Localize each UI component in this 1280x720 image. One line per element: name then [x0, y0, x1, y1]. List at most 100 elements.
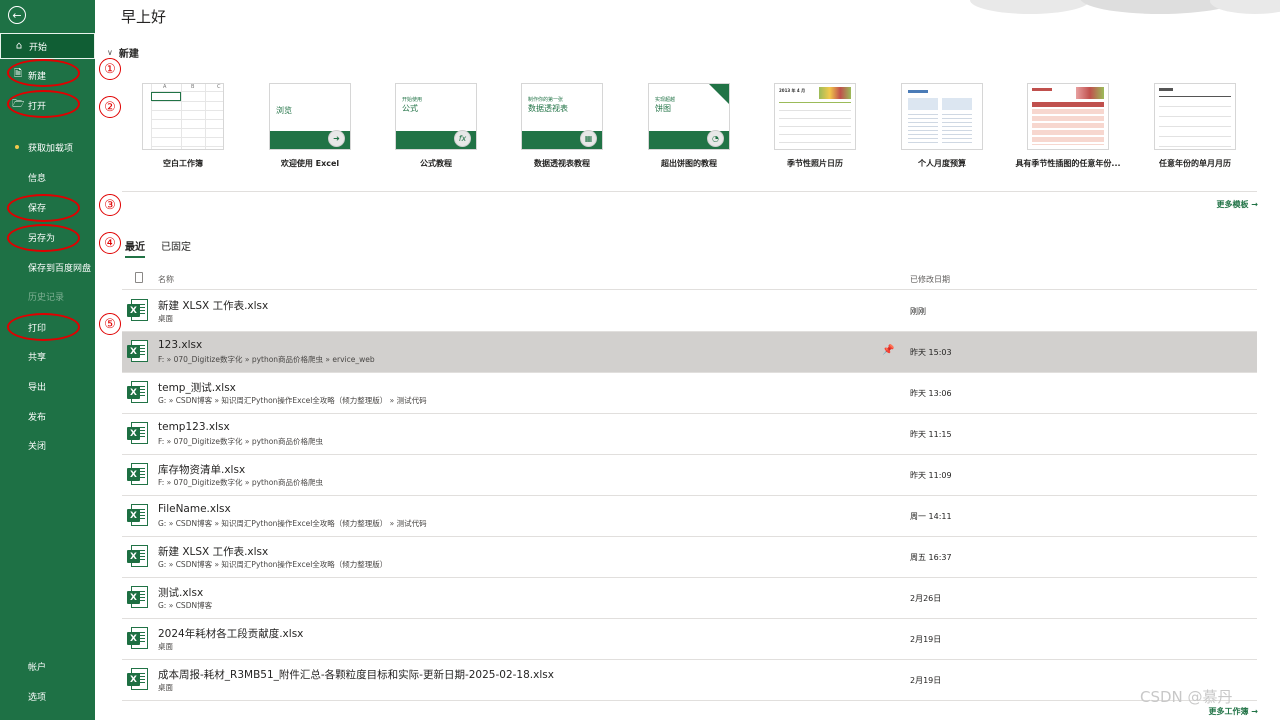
- template-welcome-excel[interactable]: 浏览 ➜: [269, 83, 351, 150]
- more-workbooks-link[interactable]: 更多工作簿 →: [1209, 706, 1259, 717]
- pin-icon[interactable]: 📌: [882, 345, 894, 356]
- sidebar-item-label: 历史记录: [28, 292, 65, 303]
- file-name: 成本周报-耗材_R3MB51_附件汇总-各颗粒度目标和实际-更新日期-2025-…: [158, 669, 554, 681]
- file-date: 昨天 13:06: [910, 389, 952, 398]
- recent-pinned-tabs: 最近 已固定: [125, 238, 191, 258]
- arrow-right-icon: ➜: [328, 130, 345, 147]
- template-label: 超出饼图的教程: [661, 159, 717, 168]
- sidebar-item-get-addins[interactable]: 获取加载项: [0, 134, 95, 160]
- template-pivot-tutorial[interactable]: 制作你的第一张 数据透视表 ▦: [521, 83, 603, 150]
- excel-file-icon: X: [127, 463, 148, 487]
- column-header-date[interactable]: 已修改日期: [910, 274, 950, 285]
- file-date: 周五 16:37: [910, 553, 952, 562]
- file-row[interactable]: X FileName.xlsx G: » CSDN博客 » 知识周汇Python…: [122, 496, 1257, 537]
- chevron-down-icon: ∨: [107, 48, 113, 57]
- file-row[interactable]: X 测试.xlsx G: » CSDN博客 2月26日: [122, 578, 1257, 619]
- sidebar-item-label: 开始: [29, 42, 48, 53]
- file-name: 123.xlsx: [158, 339, 203, 351]
- file-date: 周一 14:11: [910, 512, 952, 521]
- sidebar-item-label: 帐户: [28, 662, 47, 673]
- sidebar-item-label: 新建: [28, 71, 47, 82]
- sidebar-item-share[interactable]: 共享: [0, 343, 95, 369]
- sidebar-item-label: 获取加载项: [28, 143, 74, 154]
- function-fx-icon: fx: [454, 130, 471, 147]
- more-templates-link[interactable]: 更多模板 →: [1217, 199, 1259, 210]
- file-date: 2月19日: [910, 676, 942, 685]
- excel-file-icon: X: [127, 586, 148, 610]
- file-row[interactable]: X temp123.xlsx F: » 070_Digitize数字化 » py…: [122, 414, 1257, 455]
- selected-cell: [151, 92, 181, 101]
- template-label: 空白工作簿: [163, 159, 203, 168]
- excel-file-icon: X: [127, 381, 148, 405]
- file-row[interactable]: X 库存物资清单.xlsx F: » 070_Digitize数字化 » pyt…: [122, 455, 1257, 496]
- excel-file-icon: X: [127, 545, 148, 569]
- sidebar-item-open[interactable]: 🗁 打开: [0, 92, 95, 118]
- folder-open-icon: 🗁: [12, 98, 25, 110]
- pie-chart-icon: ◔: [707, 130, 724, 147]
- file-path: G: » CSDN博客 » 知识周汇Python操作Excel全攻略（倾力整理版…: [158, 396, 427, 405]
- file-name: FileName.xlsx: [158, 503, 231, 515]
- excel-file-icon: X: [127, 422, 148, 446]
- sidebar-item-label: 导出: [28, 382, 47, 393]
- new-file-icon: 🗎: [13, 68, 23, 80]
- column-header-name[interactable]: 名称: [158, 274, 174, 285]
- sidebar-item-save-baidu[interactable]: 保存到百度网盘: [0, 254, 95, 280]
- tab-recent[interactable]: 最近: [125, 238, 145, 258]
- template-monthly-budget[interactable]: [901, 83, 983, 150]
- tab-pinned[interactable]: 已固定: [161, 238, 191, 258]
- divider: [122, 191, 1257, 192]
- file-name: 测试.xlsx: [158, 587, 204, 599]
- sidebar-item-new[interactable]: 🗎 新建: [0, 62, 95, 88]
- file-row[interactable]: X 新建 XLSX 工作表.xlsx G: » CSDN博客 » 知识周汇Pyt…: [122, 537, 1257, 578]
- backstage-sidebar: ← ⌂ 开始 🗎 新建 🗁 打开 获取加载项 信息 保存 另存为 保存到百度网盘…: [0, 0, 95, 720]
- sidebar-item-export[interactable]: 导出: [0, 373, 95, 399]
- template-label: 任意年份的单月月历: [1159, 159, 1231, 168]
- sidebar-item-account[interactable]: 帐户: [0, 653, 95, 679]
- template-blank-workbook[interactable]: A B C: [142, 83, 224, 150]
- sidebar-item-home[interactable]: ⌂ 开始: [0, 33, 95, 59]
- file-path: 桌面: [158, 683, 173, 692]
- sidebar-item-close[interactable]: 关闭: [0, 432, 95, 458]
- sidebar-item-history: 历史记录: [0, 283, 95, 309]
- file-date: 2月26日: [910, 594, 942, 603]
- notification-dot: [15, 145, 19, 149]
- template-single-month-calendar[interactable]: [1154, 83, 1236, 150]
- calendar-photo-strip: [819, 87, 851, 99]
- template-label: 数据透视表教程: [534, 159, 590, 168]
- back-arrow-icon[interactable]: ←: [8, 6, 26, 24]
- sidebar-item-print[interactable]: 打印: [0, 314, 95, 340]
- file-path: F: » 070_Digitize数字化 » python商品价格爬虫 » er…: [158, 355, 375, 364]
- template-label: 具有季节性插图的任意年份...: [1015, 159, 1121, 168]
- file-row[interactable]: X temp_测试.xlsx G: » CSDN博客 » 知识周汇Python操…: [122, 373, 1257, 414]
- template-thumb-text: 浏览: [276, 106, 292, 115]
- template-label: 公式教程: [420, 159, 452, 168]
- sidebar-item-save-as[interactable]: 另存为: [0, 224, 95, 250]
- file-date: 昨天 11:09: [910, 471, 952, 480]
- sidebar-item-label: 发布: [28, 412, 47, 423]
- file-row[interactable]: X 123.xlsx F: » 070_Digitize数字化 » python…: [122, 332, 1257, 373]
- template-formula-tutorial[interactable]: 开始使用 公式 fx: [395, 83, 477, 150]
- file-date: 昨天 15:03: [910, 348, 952, 357]
- template-thumb-text: 饼图: [655, 104, 671, 113]
- template-pie-tutorial[interactable]: 实现超越 饼图 ◔: [648, 83, 730, 150]
- template-photo-calendar[interactable]: 2013 年 4 月: [774, 83, 856, 150]
- file-row[interactable]: X 2024年耗材各工段贡献度.xlsx 桌面 2月19日: [122, 619, 1257, 660]
- sidebar-item-label: 共享: [28, 352, 47, 363]
- sidebar-item-options[interactable]: 选项: [0, 683, 95, 709]
- annotation-number-1: ①: [99, 58, 121, 80]
- template-thumb-text: 数据透视表: [528, 104, 568, 113]
- file-name: 库存物资清单.xlsx: [158, 464, 246, 476]
- file-row[interactable]: X 成本周报-耗材_R3MB51_附件汇总-各颗粒度目标和实际-更新日期-202…: [122, 660, 1257, 701]
- file-name: 2024年耗材各工段贡献度.xlsx: [158, 628, 304, 640]
- file-date: 刚刚: [910, 307, 926, 316]
- sidebar-item-label: 关闭: [28, 441, 47, 452]
- annotation-number-5: ⑤: [99, 313, 121, 335]
- template-thumb-subtext: 实现超越: [655, 97, 676, 103]
- file-path: 桌面: [158, 314, 173, 323]
- template-seasonal-any-year[interactable]: [1027, 83, 1109, 150]
- sidebar-item-publish[interactable]: 发布: [0, 403, 95, 429]
- document-icon: [135, 272, 143, 283]
- sidebar-item-save[interactable]: 保存: [0, 194, 95, 220]
- file-row[interactable]: X 新建 XLSX 工作表.xlsx 桌面 刚刚: [122, 291, 1257, 332]
- sidebar-item-info[interactable]: 信息: [0, 164, 95, 190]
